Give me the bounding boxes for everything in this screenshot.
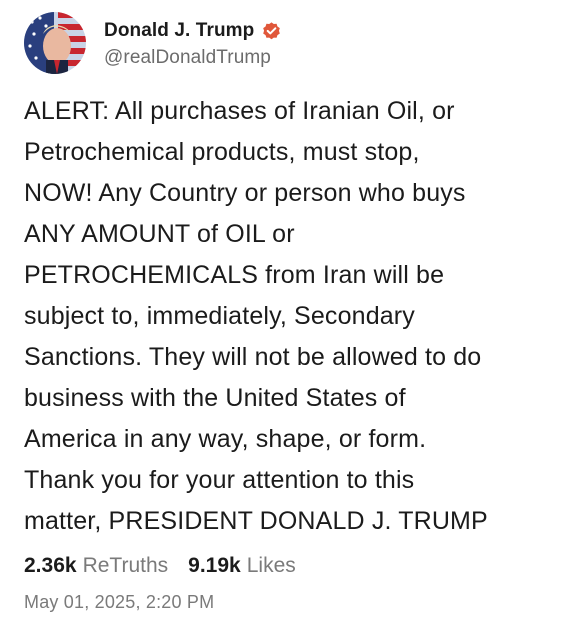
post-line: PETROCHEMICALS from Iran will be: [24, 261, 445, 289]
display-name[interactable]: Donald J. Trump: [104, 20, 254, 42]
name-row: Donald J. Trump: [104, 17, 282, 45]
post-line: business with the United States of: [24, 384, 406, 412]
post-timestamp[interactable]: May 01, 2025, 2:20 PM: [24, 592, 214, 613]
post-body: ALERT: All purchases of Iranian Oil, or …: [24, 91, 554, 542]
retruths-count[interactable]: 2.36k: [24, 554, 77, 578]
verified-badge-icon: [261, 21, 282, 42]
truth-post: Donald J. Trump @realDonaldTrump ALERT: …: [0, 0, 568, 619]
retruths-label[interactable]: ReTruths: [83, 554, 169, 578]
post-line: Sanctions. They will not be allowed to d…: [24, 343, 482, 371]
post-line: matter, PRESIDENT DONALD J. TRUMP: [24, 507, 488, 535]
avatar-image: [24, 12, 86, 74]
post-line: subject to, immediately, Secondary: [24, 302, 415, 330]
post-line: Petrochemical products, must stop,: [24, 138, 420, 166]
post-line: Thank you for your attention to this: [24, 466, 415, 494]
likes-count[interactable]: 9.19k: [188, 554, 241, 578]
avatar[interactable]: [24, 12, 86, 74]
user-handle[interactable]: @realDonaldTrump: [104, 47, 282, 69]
post-line: ALERT: All purchases of Iranian Oil, or: [24, 97, 455, 125]
post-line: NOW! Any Country or person who buys: [24, 179, 466, 207]
post-header: Donald J. Trump @realDonaldTrump: [24, 12, 282, 74]
likes-label[interactable]: Likes: [247, 554, 296, 578]
post-line: ANY AMOUNT of OIL or: [24, 220, 295, 248]
post-line: America in any way, shape, or form.: [24, 425, 427, 453]
engagement-stats: 2.36k ReTruths 9.19k Likes: [24, 554, 296, 578]
author-identity: Donald J. Trump @realDonaldTrump: [104, 17, 282, 69]
